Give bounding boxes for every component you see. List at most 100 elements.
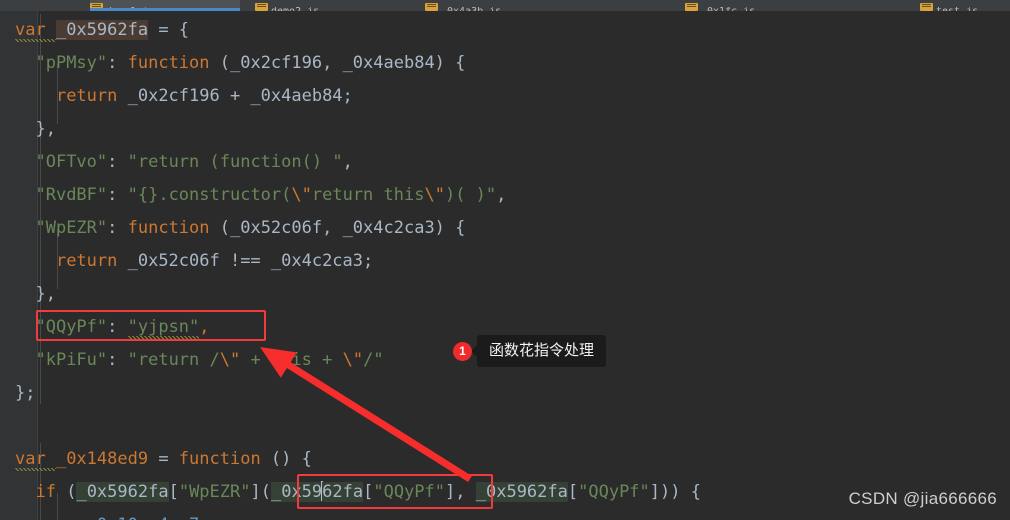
- code-token: "QQyPf": [373, 482, 446, 502]
- editor-tab-bar: demo1.js demo2.js _0x4a3b.js _0x1fc.js test.…: [0, 0, 1010, 11]
- code-token: function: [127, 53, 220, 73]
- js-file-icon: [255, 3, 268, 11]
- code-line[interactable]: "QQyPf": "yjpsn",: [15, 311, 210, 344]
- code-line[interactable]: "pPMsy": function (_0x2cf196, _0x4aeb84)…: [15, 47, 465, 80]
- code-token: )( )": [444, 185, 497, 205]
- code-token: "return /: [127, 350, 220, 370]
- code-token: "return (function() ": [127, 152, 343, 172]
- code-token: };: [15, 383, 36, 403]
- editor-tab-2[interactable]: _0x4a3b.js: [425, 0, 585, 11]
- editor-tab-0[interactable]: demo1.js: [90, 0, 240, 11]
- code-token: var: [15, 449, 56, 471]
- code-token: () {: [270, 449, 312, 469]
- code-line[interactable]: var _0x148ed9 = function () {: [15, 443, 312, 476]
- code-token: "WpEZR": [178, 482, 251, 502]
- js-file-icon: [920, 3, 933, 11]
- code-token: (: [66, 482, 77, 502]
- code-token: = {: [148, 20, 190, 40]
- code-token: _0x52c06f !== _0x4c2ca3;: [127, 251, 374, 271]
- code-token: :: [107, 218, 128, 238]
- code-token: [: [363, 482, 374, 502]
- code-token: + this +: [240, 350, 343, 370]
- annotation-callout: 1 函数花指令处理: [453, 335, 607, 367]
- code-token: (_0x2cf196, _0x4aeb84) {: [219, 53, 466, 73]
- code-token: :: [107, 152, 128, 172]
- code-token: "QQyPf": [35, 317, 108, 337]
- code-token: "RvdBF": [35, 185, 108, 205]
- code-token: "kPiFu": [35, 350, 108, 370]
- code-token: ])) {: [649, 482, 701, 502]
- code-token: 62fa: [322, 482, 364, 502]
- code-text-area[interactable]: var _0x5962fa = { "pPMsy": function (_0x…: [0, 11, 1010, 520]
- editor-tab-1[interactable]: demo2.js: [255, 0, 400, 11]
- editor-tab-3[interactable]: _0x1fc.js: [685, 0, 830, 11]
- code-token: _0x59: [270, 482, 323, 502]
- code-token: _0x5962fa: [55, 20, 149, 40]
- code-token: :: [107, 350, 128, 370]
- code-line[interactable]: return _0x52c06f !== _0x4c2ca3;: [15, 245, 373, 278]
- code-token: :: [107, 317, 128, 337]
- code-token: "OFTvo": [35, 152, 108, 172]
- code-token: /": [363, 350, 384, 370]
- code-line[interactable]: return _0x2cf196 + _0x4aeb84;: [15, 80, 353, 113]
- code-token: function: [178, 449, 271, 469]
- code-token: 0x10, 4, 7: [15, 515, 199, 520]
- code-token: _0x148ed9: [55, 449, 149, 469]
- code-token: _0x2cf196 + _0x4aeb84;: [127, 86, 353, 106]
- code-token: :: [107, 185, 128, 205]
- code-line[interactable]: if (_0x5962fa["WpEZR"](_0x5962fa["QQyPf"…: [15, 476, 701, 509]
- code-token: function: [127, 218, 220, 238]
- code-token: ,: [496, 185, 507, 205]
- js-file-icon: [685, 3, 698, 11]
- code-token: ,: [342, 152, 353, 172]
- code-token: },: [15, 119, 56, 139]
- code-token: _0x5962fa: [76, 482, 169, 502]
- code-token: [: [168, 482, 179, 502]
- code-token: :: [107, 53, 128, 73]
- editor-tab-4[interactable]: test.js: [920, 0, 1010, 11]
- code-token: "WpEZR": [35, 218, 108, 238]
- code-line[interactable]: "WpEZR": function (_0x52c06f, _0x4c2ca3)…: [15, 212, 465, 245]
- code-token: (_0x52c06f, _0x4c2ca3) {: [219, 218, 466, 238]
- code-token: ,: [199, 317, 210, 337]
- code-token: [: [567, 482, 579, 502]
- code-token: \": [219, 350, 241, 370]
- code-line[interactable]: },: [15, 278, 56, 311]
- csdn-watermark: CSDN @jia666666: [848, 489, 997, 508]
- code-token: ],: [445, 482, 466, 502]
- js-file-icon: [425, 3, 438, 11]
- code-line[interactable]: var _0x5962fa = {: [15, 14, 189, 47]
- code-token: ](: [250, 482, 271, 502]
- code-token: return this: [311, 185, 425, 205]
- code-token: "yjpsn": [127, 317, 200, 339]
- callout-number-badge: 1: [453, 341, 472, 361]
- code-token: },: [15, 284, 56, 304]
- code-token: =: [148, 449, 179, 469]
- code-token: var: [15, 20, 56, 42]
- code-line[interactable]: };: [15, 377, 35, 410]
- code-editor[interactable]: var _0x5962fa = { "pPMsy": function (_0x…: [0, 11, 1010, 520]
- code-token: _0x5962fa: [475, 482, 568, 502]
- code-token: \": [291, 185, 312, 205]
- code-line[interactable]: "RvdBF": "{}.constructor(\"return this\"…: [15, 179, 506, 212]
- code-token: "{}.constructor(: [127, 185, 292, 205]
- code-line[interactable]: "kPiFu": "return /\" + this + \"/": [15, 344, 384, 377]
- code-line[interactable]: 0x10, 4, 7: [15, 509, 199, 520]
- code-token: if: [35, 482, 67, 502]
- ide-window: demo1.js demo2.js _0x4a3b.js _0x1fc.js test.…: [0, 0, 1010, 520]
- code-token: \": [424, 185, 445, 205]
- code-line[interactable]: "OFTvo": "return (function() ",: [15, 146, 353, 179]
- code-token: \": [342, 350, 364, 370]
- code-token: return: [55, 86, 128, 106]
- callout-text-bubble: 函数花指令处理: [477, 335, 607, 367]
- code-line[interactable]: },: [15, 113, 56, 146]
- code-token: "QQyPf": [578, 482, 650, 502]
